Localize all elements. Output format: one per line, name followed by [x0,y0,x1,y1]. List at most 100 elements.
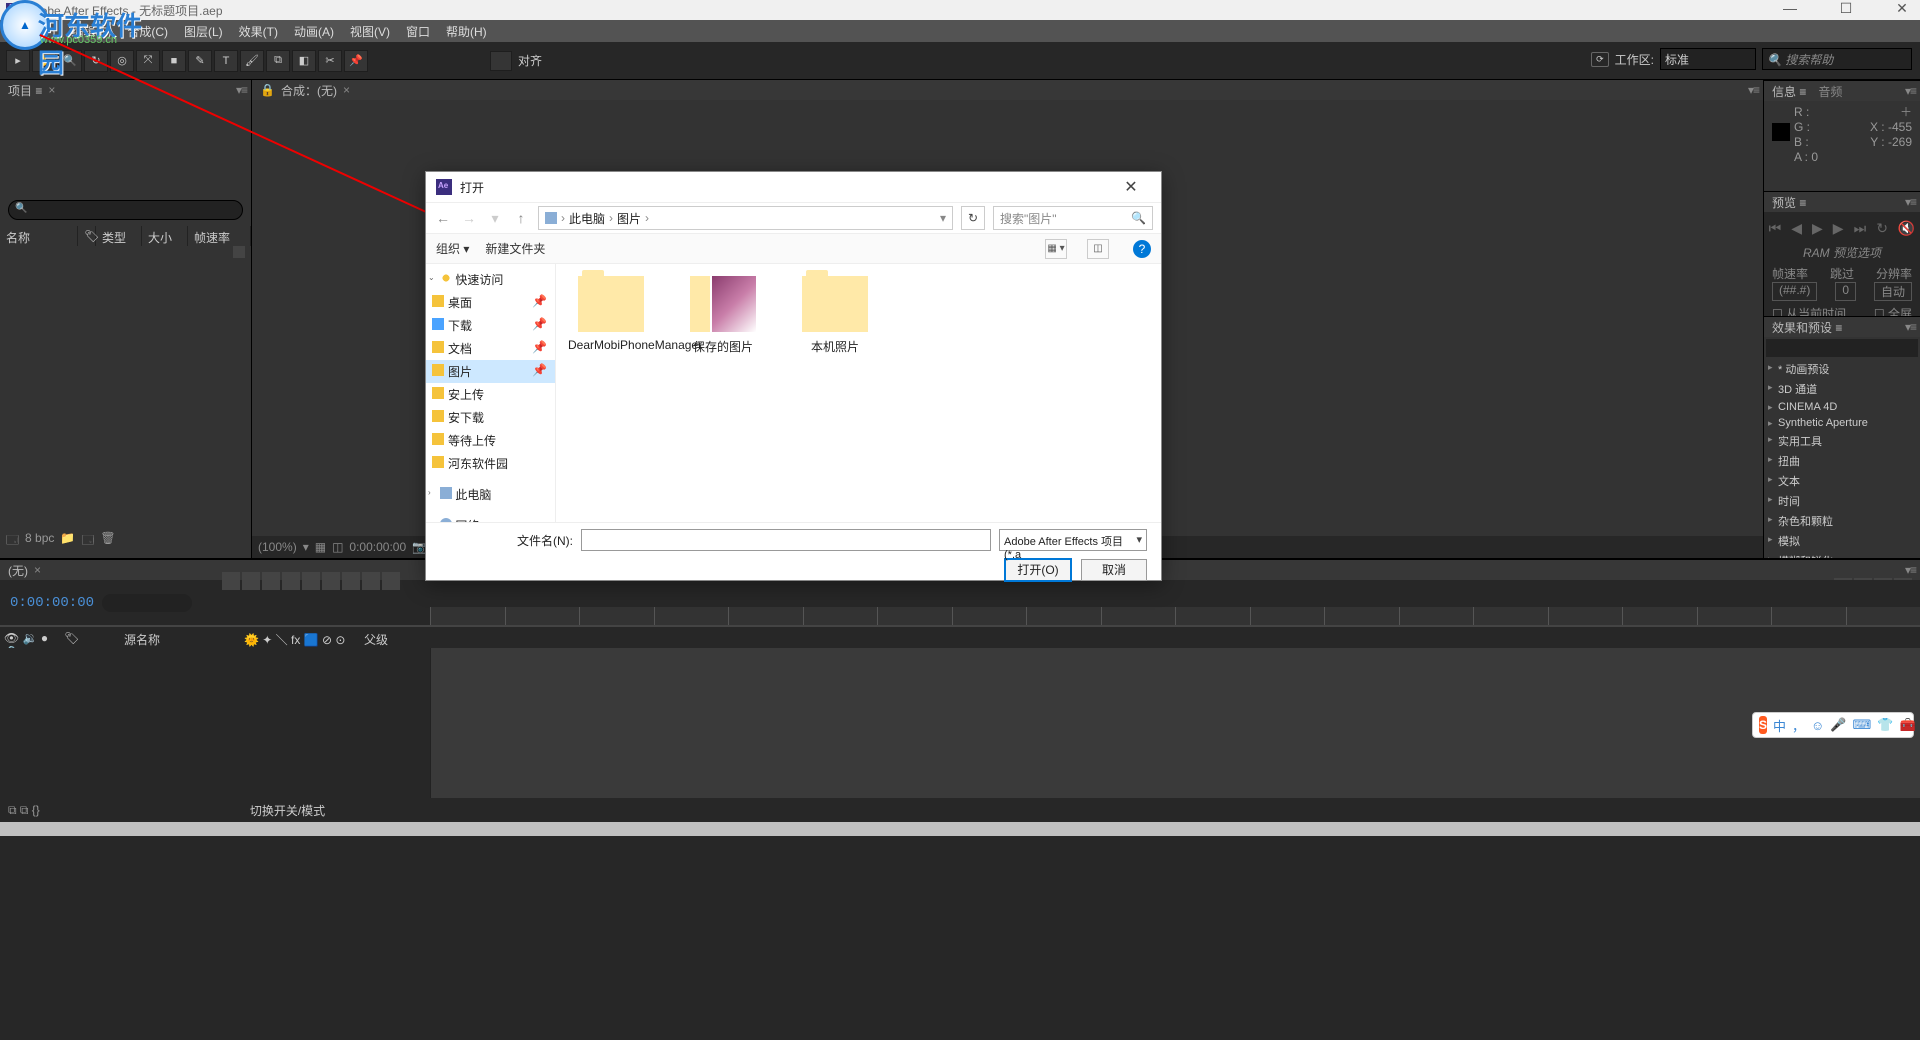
audio-tab[interactable]: 音频 [1818,83,1842,100]
preview-pane-icon[interactable]: ◫ [1087,239,1109,259]
panel-menu-icon[interactable]: ▾≡ [1905,563,1916,577]
res-icon[interactable]: ▾ [303,540,309,554]
trash-icon[interactable]: 🗑 [100,531,115,552]
effects-item[interactable]: 实用工具 [1764,431,1920,451]
ime-mode[interactable]: 中 [1773,716,1786,735]
path-crumb[interactable]: › 此电脑 › 图片 › ▾ [538,206,953,230]
stamp-tool-icon[interactable]: ⧉ [266,50,290,72]
effects-item[interactable]: 杂色和颗粒 [1764,511,1920,531]
sidebar-item[interactable]: 文档📌 [426,337,555,360]
ime-emoji-icon[interactable]: ☺ [1811,718,1824,733]
sidebar-item[interactable]: 桌面📌 [426,291,555,314]
effects-item[interactable]: 3D 通道 [1764,379,1920,399]
timecode-readout[interactable]: 0:00:00:00 [10,595,94,611]
tl-tool-icon[interactable] [222,572,240,590]
preview-res-value[interactable]: 自动 [1874,282,1912,301]
tl-col-vis[interactable]: 👁 🔉 ● 🔒 [0,627,60,648]
dialog-search[interactable]: 搜索"图片" 🔍 [993,206,1153,230]
brush-tool-icon[interactable]: 🖌 [240,50,264,72]
zoom-tool-icon[interactable]: 🔍 [58,50,82,72]
panel-menu-icon[interactable]: ▾≡ [1748,83,1759,97]
col-size[interactable]: 大小 [142,226,188,246]
tl-col-parent[interactable]: 父级 [360,627,430,648]
cancel-button[interactable]: 取消 [1081,559,1147,581]
col-type[interactable]: 类型 [96,226,142,246]
newfolder-button[interactable]: 新建文件夹 [485,240,545,257]
sidebar-item[interactable]: 河东软件园 [426,452,555,475]
sidebar-item[interactable]: 等待上传 [426,429,555,452]
effects-search[interactable] [1766,339,1918,357]
mask-icon[interactable]: ◫ [332,540,343,554]
ime-skin-icon[interactable]: 👕 [1877,717,1893,733]
mute-icon[interactable]: 🔇 [1898,220,1915,237]
panel-menu-icon[interactable]: ▾≡ [236,83,247,97]
col-fps[interactable]: 帧速率 [188,226,251,246]
tl-tool-icon[interactable] [382,572,400,590]
sidebar-quickaccess[interactable]: ⌄ 快速访问 [426,268,555,291]
menu-comp[interactable]: 合成(C) [119,23,176,40]
last-frame-icon[interactable]: ⏭ [1854,220,1867,237]
tl-col-switch[interactable]: 🌞 ✦ ＼ fx 🟦 ⊘ ⊙ ⊚ [240,627,360,648]
effects-item[interactable]: CINEMA 4D [1764,399,1920,415]
crumb-thispc[interactable]: 此电脑 [569,210,605,227]
preview-skip-value[interactable]: 0 [1835,282,1856,301]
camera-tool-icon[interactable]: ◎ [110,50,134,72]
up-icon[interactable]: ↑ [512,210,530,226]
toggle-switches-button[interactable]: 切换开关/模式 [250,802,325,819]
crumb-pictures[interactable]: 图片 [617,210,641,227]
time-readout[interactable]: 0:00:00:00 [349,540,406,554]
puppet-tool-icon[interactable]: 📌 [344,50,368,72]
interpret-icon[interactable]: 🗔 [6,531,19,552]
crumb-drop-icon[interactable]: ▾ [940,211,946,225]
lock-icon[interactable]: 🔒 [260,83,275,97]
dialog-close-icon[interactable]: ✕ [1111,177,1151,197]
open-button[interactable]: 打开(O) [1005,559,1071,581]
tl-tool-icon[interactable] [262,572,280,590]
menu-window[interactable]: 窗口 [398,23,438,40]
text-tool-icon[interactable]: T [214,50,238,72]
timeline-ruler[interactable] [430,607,1920,625]
bpc-button[interactable]: 8 bpc [25,531,54,552]
help-icon[interactable]: ? [1133,240,1151,258]
refresh-icon[interactable]: ↻ [961,206,985,230]
back-icon[interactable]: ← [434,210,452,226]
sidebar-thispc[interactable]: › 此电脑 [426,483,555,506]
col-name[interactable]: 名称 [0,226,78,246]
sidebar-network[interactable]: › 网络 [426,514,555,522]
tl-tool-icon[interactable] [322,572,340,590]
minimize-button[interactable]: — [1776,0,1804,17]
eraser-tool-icon[interactable]: ◧ [292,50,316,72]
organize-button[interactable]: 组织 ▾ [436,240,469,257]
preview-tab[interactable]: 预览 ≡ [1772,194,1806,211]
sync-badge-icon[interactable]: ⟳ [1591,52,1609,67]
tl-tool-icon[interactable] [362,572,380,590]
project-search[interactable] [8,200,243,220]
effects-item[interactable]: Synthetic Aperture [1764,415,1920,431]
next-frame-icon[interactable]: ▶ [1833,220,1844,237]
rotate-tool-icon[interactable]: ↻ [84,50,108,72]
close-icon[interactable]: × [34,563,41,577]
prev-frame-icon[interactable]: ◀ [1791,220,1802,237]
folder-item[interactable]: DearMobiPhoneManager [568,276,654,352]
col-tag[interactable]: 🏷 [78,226,96,246]
help-search[interactable]: 🔍 搜索帮助 [1762,48,1912,70]
new-folder-icon[interactable]: 📁 [60,531,75,552]
menu-anim[interactable]: 动画(A) [286,23,342,40]
menu-layer[interactable]: 图层(L) [176,23,231,40]
tl-foot-icon[interactable]: ⧉ ⧉ {} [8,803,40,818]
effects-item[interactable]: * 动画预设 [1764,359,1920,379]
timeline-layer-list[interactable] [0,648,430,798]
folder-item[interactable]: 保存的图片 [680,276,766,355]
selection-tool-icon[interactable]: ▸ [6,50,30,72]
ime-keyboard-icon[interactable]: ⌨ [1853,717,1872,733]
grid-icon[interactable]: ▦ [315,540,326,554]
ime-toolbox-icon[interactable]: 🧰 [1899,717,1915,733]
filetype-select[interactable]: Adobe After Effects 项目 (*.a [999,529,1147,551]
tl-tool-icon[interactable] [302,572,320,590]
effects-tab[interactable]: 效果和预设 ≡ [1772,319,1842,336]
sidebar-item[interactable]: 安上传 [426,383,555,406]
menu-view[interactable]: 视图(V) [342,23,398,40]
composition-tab[interactable]: 🔒 合成：(无) × ▾≡ [252,80,1763,100]
project-tab[interactable]: 项目 ≡ × ▾≡ [0,80,251,100]
effects-item[interactable]: 扭曲 [1764,451,1920,471]
